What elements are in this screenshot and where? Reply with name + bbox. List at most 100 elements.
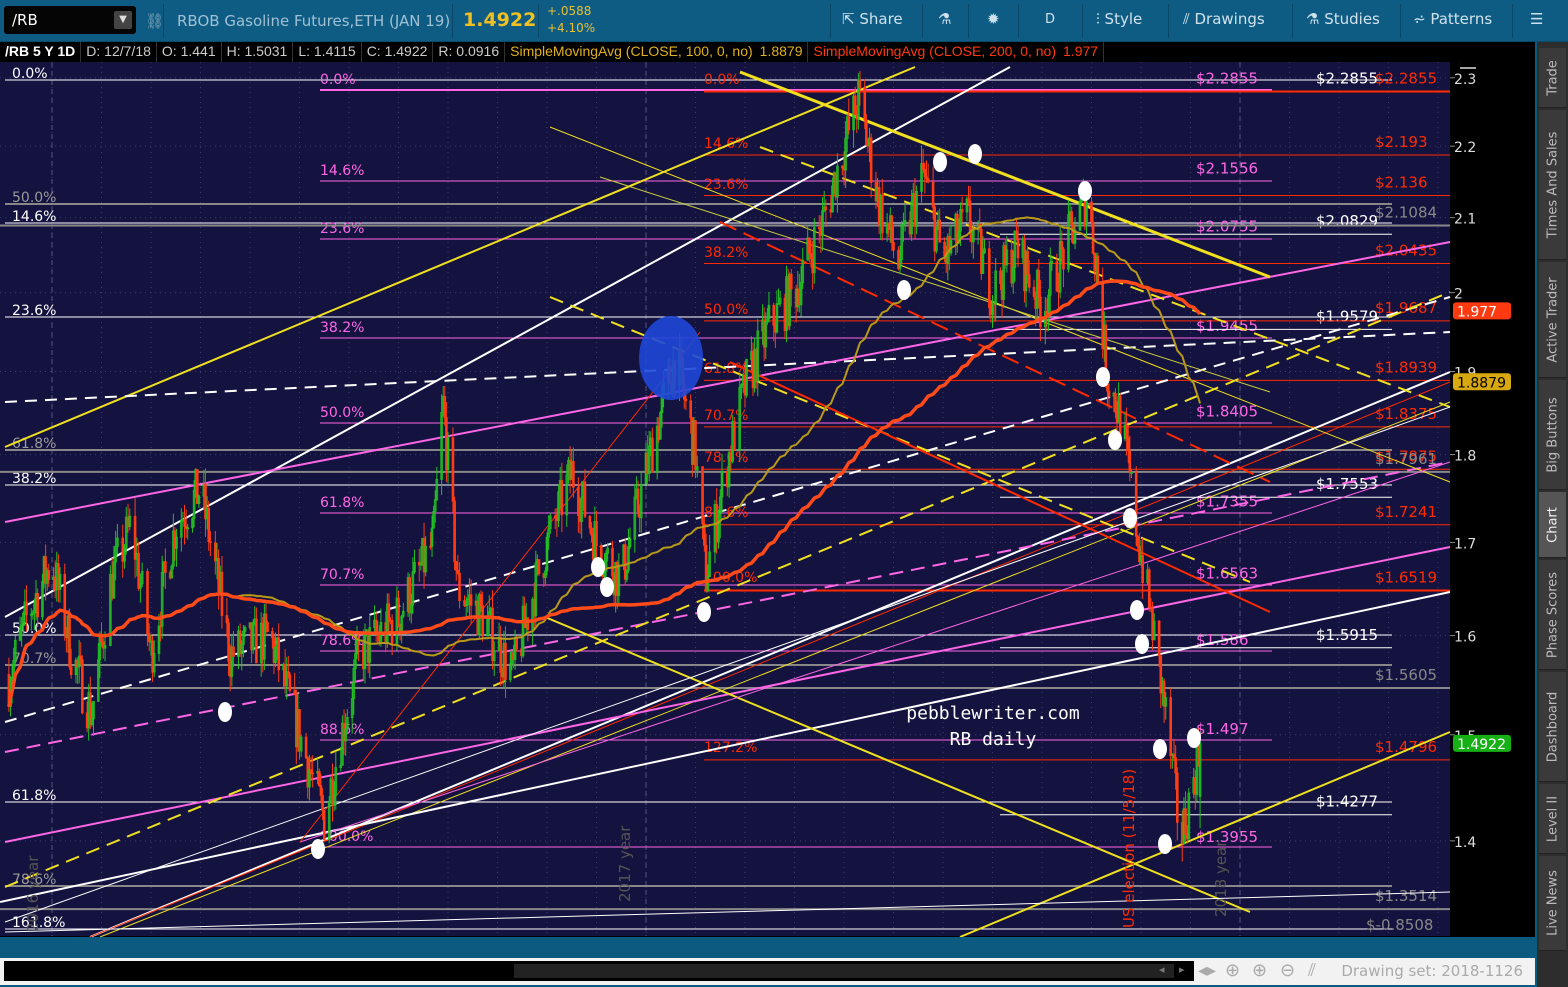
sidebar-tab-live-news[interactable]: Live News <box>1539 856 1566 951</box>
candle-body <box>271 631 274 639</box>
candle-body <box>863 87 867 121</box>
share-button[interactable]: ⇱ Share <box>842 10 903 28</box>
chart-area[interactable]: 2.32.22.121.91.81.71.61.51.417FebMarAprM… <box>0 62 1535 937</box>
fib-label-red: 70.7% <box>704 408 748 424</box>
candle-body <box>317 771 321 787</box>
candle-body <box>255 618 258 664</box>
period-button[interactable]: D <box>1045 12 1055 27</box>
sidebar-tab-trade[interactable]: Trade <box>1539 48 1566 108</box>
candle-body <box>164 561 167 573</box>
level-label-pink: $1.8405 <box>1196 402 1258 420</box>
sidebar-tab-big-buttons[interactable]: Big Buttons <box>1539 380 1566 490</box>
time-scrollbar[interactable]: ◂ ▸ <box>4 961 1194 981</box>
scroll-right-icon[interactable]: ▸ <box>1179 963 1185 976</box>
candle-body <box>865 119 868 146</box>
bottom-bar: ◂ ▸ ◂▸ ⊕ ⊕ ⊖ ⫽ Drawing set: 2018-1126 <box>0 958 1535 985</box>
candle-body <box>207 507 211 543</box>
zoom-in-icon[interactable]: ⊕ <box>1252 960 1267 981</box>
candle-body <box>595 521 598 546</box>
menu-icon[interactable]: ☰ <box>1530 10 1543 28</box>
candle-body <box>397 597 400 626</box>
candle-body <box>287 671 290 676</box>
candle-body <box>988 248 991 309</box>
sidebar-tab-times-and-sales[interactable]: Times And Sales <box>1539 110 1566 260</box>
candle-body <box>63 574 67 635</box>
sidebar-tab-dashboard[interactable]: Dashboard <box>1539 672 1566 782</box>
expand-time-icon[interactable]: ◂▸ <box>1198 960 1216 981</box>
y-tick-label: 2 <box>1454 287 1463 303</box>
fib-label-white: 0.0% <box>12 66 48 82</box>
symbol-input[interactable]: /RB ▼ <box>4 6 136 34</box>
candle-body <box>1141 555 1144 583</box>
y-tick-label: 1.8 <box>1454 449 1476 465</box>
level-label-red: $2.136 <box>1375 174 1428 192</box>
candle-body <box>147 633 151 643</box>
candle-body <box>451 437 455 502</box>
pivot-marker <box>591 557 605 577</box>
drawing-set-label[interactable]: Drawing set: 2018-1126 <box>1341 962 1523 980</box>
candle-body <box>1169 697 1173 756</box>
sidebar-tab-phase-scores[interactable]: Phase Scores <box>1539 560 1566 670</box>
candle-body <box>960 209 964 213</box>
pivot-marker <box>1135 634 1149 654</box>
toolbar: /RB ▼ ⛓ RBOB Gasoline Futures,ETH (JAN 19… <box>0 0 1568 42</box>
pivot-marker <box>1123 508 1137 528</box>
candle-body <box>1128 450 1132 473</box>
candle-body <box>277 637 281 671</box>
sidebar-tab-chart[interactable]: Chart <box>1539 492 1566 558</box>
candle-body <box>227 622 230 662</box>
sma200-label[interactable]: SimpleMovingAvg (CLOSE, 200, 0, no) <box>808 42 1058 62</box>
year-label: 2016 year <box>24 855 42 932</box>
candle-body <box>999 270 1002 285</box>
candle-body <box>293 689 297 695</box>
candle-body <box>824 206 828 210</box>
zoom-out-icon[interactable]: ⊖ <box>1280 960 1295 981</box>
level-label-red: $1.8375 <box>1375 405 1437 423</box>
symbol-dropdown-icon[interactable]: ▼ <box>114 11 132 29</box>
scrollbar-thumb[interactable] <box>514 964 1174 978</box>
studies-button[interactable]: ⚗ Studies <box>1306 10 1380 28</box>
candle-body <box>443 396 447 419</box>
sidebar-tab-level-ii[interactable]: Level II <box>1539 784 1566 854</box>
candle-body <box>926 178 930 183</box>
candle-body <box>881 195 884 234</box>
studies-label: Studies <box>1324 10 1380 28</box>
price-chart[interactable]: 2.32.22.121.91.81.71.61.51.417FebMarAprM… <box>0 62 1535 937</box>
sma100-label[interactable]: SimpleMovingAvg (CLOSE, 100, 0, no) <box>505 42 755 62</box>
candle-body <box>701 466 704 525</box>
candle-body <box>319 785 323 796</box>
patterns-button[interactable]: ⩫ Patterns <box>1413 10 1492 28</box>
candle-body <box>684 398 688 402</box>
candle-body <box>1091 221 1095 254</box>
candle-body <box>892 242 895 251</box>
fib-label-white: 70.7% <box>12 651 56 667</box>
gear-icon[interactable]: ✹ <box>987 10 1000 28</box>
scroll-left-icon[interactable]: ◂ <box>1159 963 1165 976</box>
candle-body <box>499 636 502 673</box>
sidebar-tab-active-trader[interactable]: Active Trader <box>1539 262 1566 378</box>
pivot-marker <box>1158 834 1172 854</box>
crosshair-icon[interactable]: ⊕ <box>1225 960 1240 981</box>
drawings-button[interactable]: ⫽ Drawings <box>1183 10 1265 28</box>
flask-icon[interactable]: ⚗ <box>938 10 951 28</box>
candle-body <box>931 181 935 208</box>
sidebar-tab-label: Times And Sales <box>1545 131 1560 238</box>
style-button[interactable]: ⫶ Style <box>1096 10 1142 28</box>
fib-label-red: 50.0% <box>704 302 748 318</box>
candle-body <box>560 480 564 516</box>
y-tick-label: 1.7 <box>1454 536 1476 552</box>
drawing-tool-icon[interactable]: ⫽ <box>1308 960 1316 981</box>
net-change: +.0588 <box>547 4 592 18</box>
bar-range: R: 0.0916 <box>433 42 506 62</box>
pivot-marker <box>968 144 982 164</box>
candle-body <box>456 569 460 574</box>
pivot-marker <box>1153 739 1167 759</box>
candle-body <box>1055 261 1059 291</box>
link-icon[interactable]: ⛓ <box>145 12 164 30</box>
candle-body <box>322 810 326 840</box>
fib-label-red: 78.6% <box>704 450 748 466</box>
candle-body <box>923 168 927 178</box>
watermark-text: pebblewriter.com <box>906 703 1079 724</box>
fib-label-red: 38.2% <box>704 245 748 261</box>
pivot-marker <box>697 602 711 622</box>
